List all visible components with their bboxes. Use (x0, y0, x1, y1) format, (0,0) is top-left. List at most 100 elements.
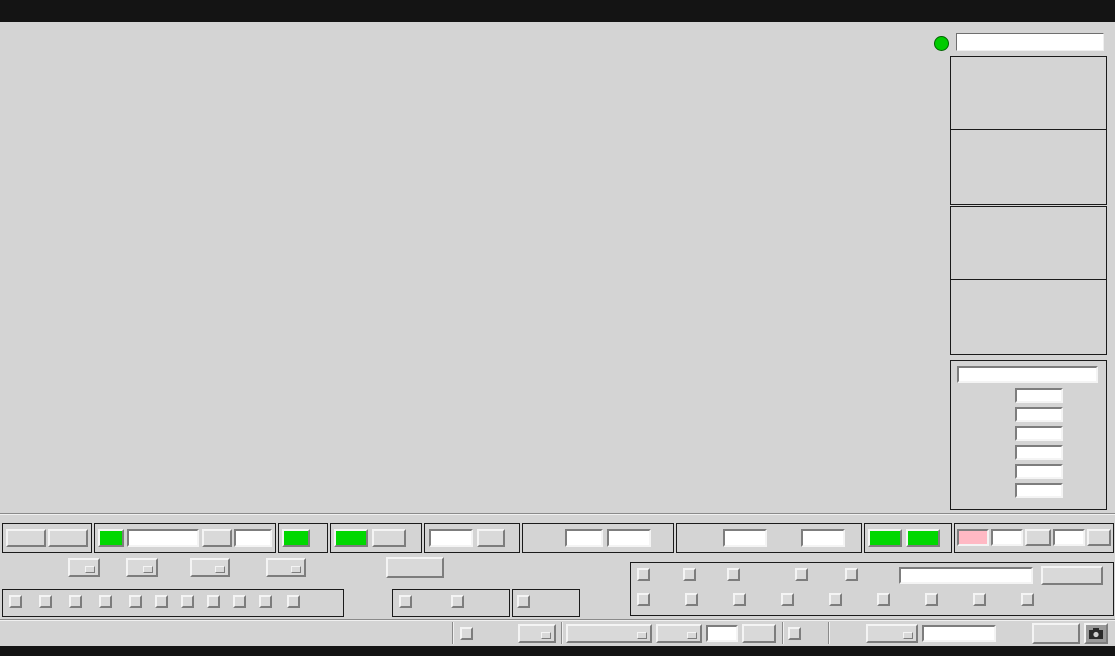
show-jbe-checkbox[interactable] (829, 593, 845, 606)
show-qfe-checkbox[interactable] (733, 593, 749, 606)
sigma-visible-checkbox[interactable] (517, 595, 533, 608)
show-rfe-checkbox[interactable] (925, 593, 941, 606)
show-jbp-checkbox[interactable] (877, 593, 893, 606)
sector-3-box[interactable] (181, 595, 194, 608)
interval-select[interactable] (866, 624, 918, 643)
cur-checkbox-box[interactable] (637, 568, 650, 581)
resize-button[interactable] (1032, 623, 1080, 644)
sector-5-checkbox[interactable] (233, 595, 249, 608)
bunch-2nd-box[interactable] (451, 595, 464, 608)
sector-1-box[interactable] (129, 595, 142, 608)
ave10-checkbox-box[interactable] (845, 568, 858, 581)
bunch-1st-checkbox[interactable] (399, 595, 415, 608)
sx-axis-label (10, 143, 22, 213)
rfe-checkbox-box[interactable] (925, 593, 938, 606)
show-cur-checkbox[interactable] (637, 568, 653, 581)
sector-bt-checkbox[interactable] (287, 595, 303, 608)
kbp-checkbox-box[interactable] (637, 593, 650, 606)
status-indicator-icon (934, 36, 949, 51)
sector-r-box[interactable] (69, 595, 82, 608)
threshold-input[interactable] (706, 625, 738, 642)
signal-select[interactable] (566, 624, 652, 643)
sector-4-box[interactable] (207, 595, 220, 608)
sector-4-checkbox[interactable] (207, 595, 223, 608)
collimator-pos-display (607, 529, 651, 547)
sector-6-box[interactable] (259, 595, 272, 608)
bpm-monitor-panel (950, 360, 1107, 510)
range-dy-select[interactable] (126, 558, 158, 577)
ref-checkbox-box[interactable] (683, 568, 696, 581)
bunch-1st-button[interactable] (334, 529, 368, 547)
dx-axis-label (10, 69, 22, 139)
gold-checkbox-box[interactable] (795, 568, 808, 581)
sector-c-checkbox[interactable] (99, 595, 115, 608)
bottom-bar (0, 646, 1115, 656)
jbe-checkbox-box[interactable] (829, 593, 842, 606)
pfe-checkbox-box[interactable] (685, 593, 698, 606)
group-gr-snsr (864, 523, 952, 553)
range-qe-minus-select[interactable] (190, 558, 230, 577)
ph-checkbox[interactable] (788, 627, 804, 640)
fc15-pct-display (234, 529, 272, 547)
gr-snsr-1st-button[interactable] (868, 529, 902, 547)
sector-2-checkbox[interactable] (155, 595, 171, 608)
statusbar-separator (0, 619, 1115, 621)
group-sector (2, 589, 344, 617)
row-value (1015, 483, 1063, 498)
ph-box[interactable] (788, 627, 801, 640)
show-ref-checkbox[interactable] (683, 568, 699, 581)
beam-rep-pct-unit (1087, 529, 1111, 546)
sector-a-checkbox[interactable] (9, 595, 25, 608)
row-value (1015, 388, 1063, 403)
cur-ref-checkbox-box[interactable] (727, 568, 740, 581)
sector-b-checkbox[interactable] (39, 595, 55, 608)
beam-gate-close-button-2[interactable] (48, 529, 88, 547)
show-ave10-checkbox[interactable] (845, 568, 861, 581)
fc15-stb-button[interactable] (202, 529, 232, 547)
bunch-2nd-button[interactable] (372, 529, 406, 547)
sector-c-box[interactable] (99, 595, 112, 608)
show-are-checkbox[interactable] (781, 593, 797, 606)
zre-checkbox-box[interactable] (1021, 593, 1034, 606)
snapshot-button[interactable] (1084, 623, 1108, 644)
are-checkbox-box[interactable] (781, 593, 794, 606)
se1-display (801, 529, 845, 547)
sector-6-checkbox[interactable] (259, 595, 275, 608)
beam-gate-close-button-1[interactable] (6, 529, 46, 547)
ee-ratio-unit (477, 529, 505, 547)
sector-1-checkbox[interactable] (129, 595, 145, 608)
chg-th-checkbox[interactable] (460, 627, 476, 640)
bunch-2nd-checkbox[interactable] (451, 595, 467, 608)
fc15-on-button[interactable] (98, 529, 124, 547)
range-dx-select[interactable] (68, 558, 100, 577)
jbp-checkbox-box[interactable] (877, 593, 890, 606)
sigma-visible-box[interactable] (517, 595, 530, 608)
qfe-checkbox-box[interactable] (733, 593, 746, 606)
show-kbp-checkbox[interactable] (637, 593, 653, 606)
group-bt-collimator (522, 523, 674, 553)
bunch-select[interactable] (656, 624, 702, 643)
gr-snsr-2nd-button[interactable] (906, 529, 940, 547)
replot-button[interactable] (386, 557, 444, 578)
mode-select[interactable] (518, 624, 556, 643)
set-ref-button[interactable] (1041, 566, 1103, 585)
sector-2-box[interactable] (155, 595, 168, 608)
aux-input[interactable] (922, 625, 996, 642)
show-pfe-checkbox[interactable] (685, 593, 701, 606)
range-qe-plus-select[interactable] (266, 558, 306, 577)
sector-a-box[interactable] (9, 595, 22, 608)
sector-bt-box[interactable] (287, 595, 300, 608)
busel-on-button[interactable] (282, 529, 310, 547)
sector-b-box[interactable] (39, 595, 52, 608)
show-zre-checkbox[interactable] (1021, 593, 1037, 606)
ref-input[interactable] (899, 567, 1033, 584)
sector-3-checkbox[interactable] (181, 595, 197, 608)
sector-5-box[interactable] (233, 595, 246, 608)
sfe-checkbox-box[interactable] (973, 593, 986, 606)
bunch-1st-box[interactable] (399, 595, 412, 608)
show-gold-checkbox[interactable] (795, 568, 811, 581)
sector-r-checkbox[interactable] (69, 595, 85, 608)
show-cur-ref-checkbox[interactable] (727, 568, 743, 581)
show-sfe-checkbox[interactable] (973, 593, 989, 606)
chg-th-box[interactable] (460, 627, 473, 640)
